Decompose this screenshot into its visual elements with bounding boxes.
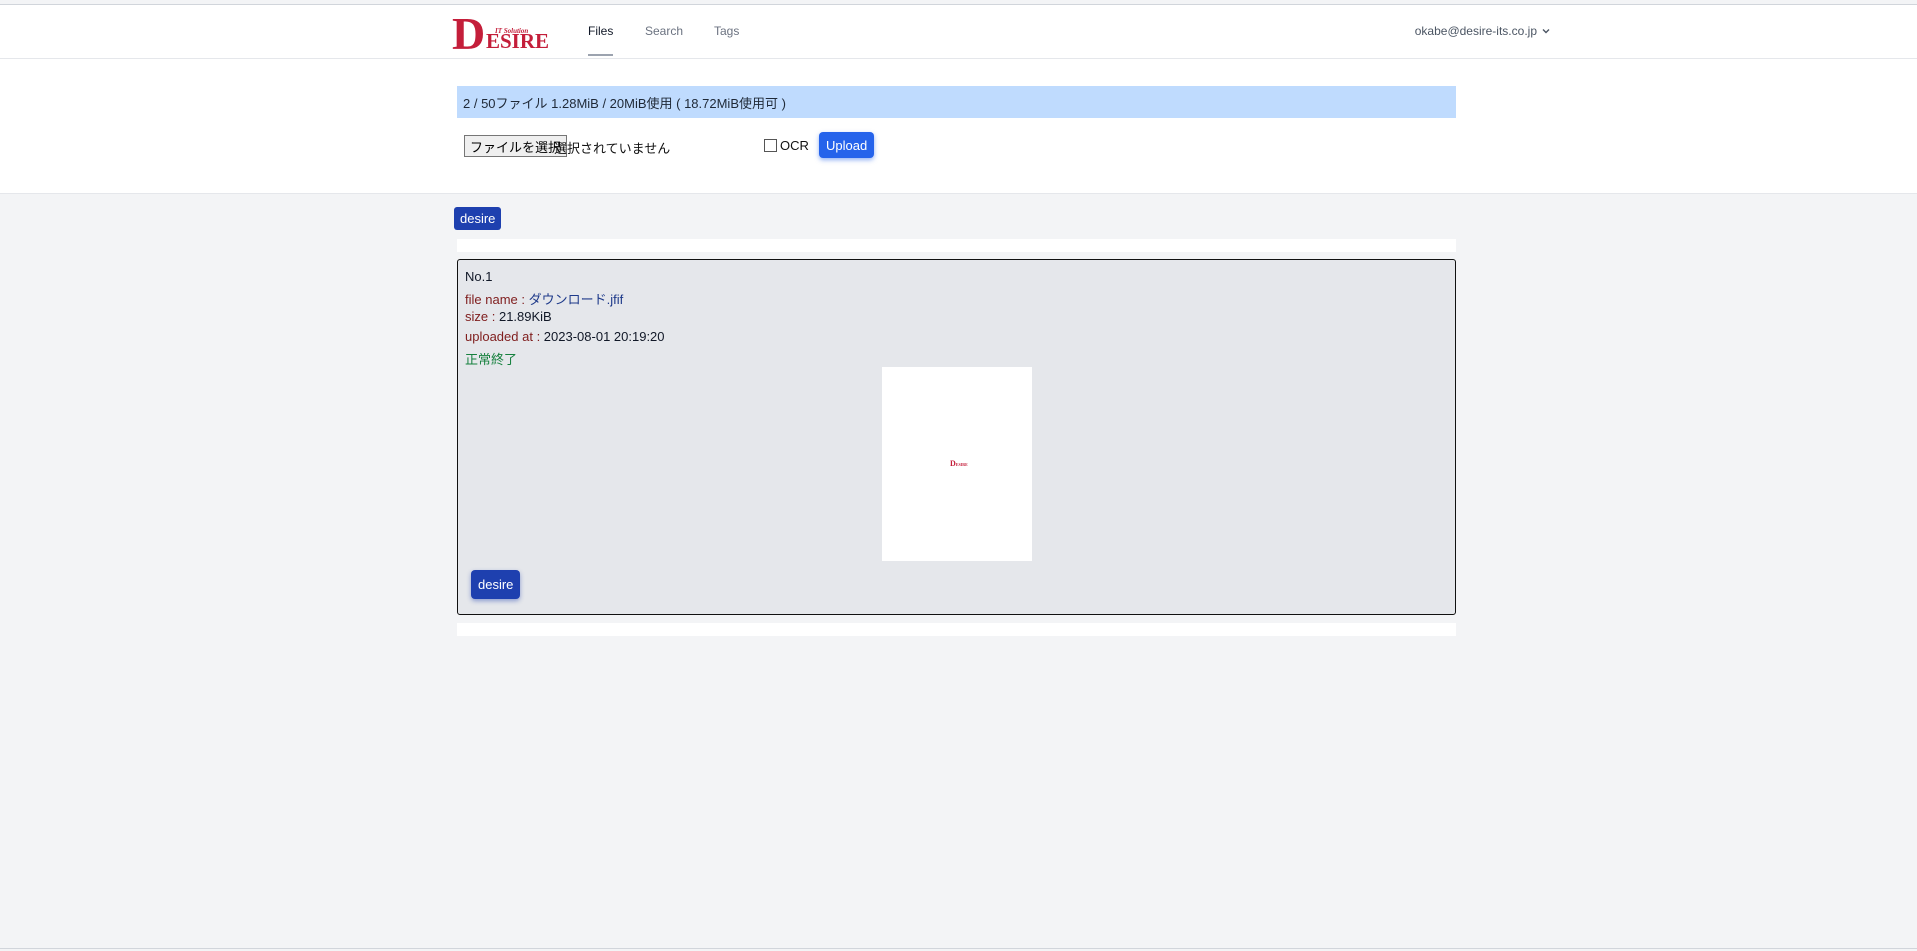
uploaded-at-value: 2023-08-01 20:19:20 bbox=[543, 329, 665, 344]
list-bottom-strip bbox=[457, 623, 1456, 636]
preview-logo-mark: DESIRE bbox=[950, 459, 968, 468]
navbar: D ESIRE IT Solution Files Search Tags ok… bbox=[0, 5, 1917, 59]
user-menu[interactable]: okabe@desire-its.co.jp bbox=[1415, 24, 1551, 38]
file-preview-thumbnail[interactable]: DESIRE bbox=[882, 367, 1032, 561]
logo-subtext: IT Solution bbox=[494, 27, 528, 35]
desire-logo[interactable]: D ESIRE IT Solution bbox=[452, 9, 552, 59]
file-number: No.1 bbox=[465, 269, 493, 284]
file-name-value: ダウンロード.jfif bbox=[528, 292, 624, 307]
file-size-row: size : 21.89KiB bbox=[465, 309, 552, 324]
bottom-border bbox=[0, 948, 1917, 949]
file-size-label: size : bbox=[465, 309, 499, 324]
list-top-strip bbox=[457, 239, 1456, 252]
tab-files[interactable]: Files bbox=[588, 24, 614, 56]
uploaded-at-row: uploaded at : 2023-08-01 20:19:20 bbox=[465, 329, 665, 344]
uploaded-at-label: uploaded at : bbox=[465, 329, 544, 344]
file-tag-desire[interactable]: desire bbox=[471, 570, 521, 599]
file-status-text: 選択されていません bbox=[554, 141, 671, 156]
chevron-down-icon bbox=[1542, 29, 1550, 34]
tab-tags[interactable]: Tags bbox=[714, 24, 739, 54]
file-card: No.1 file name : ダウンロード.jfif size : 21.8… bbox=[457, 259, 1456, 615]
user-email: okabe@desire-its.co.jp bbox=[1414, 24, 1537, 38]
svg-text:D: D bbox=[452, 9, 485, 59]
ocr-option[interactable]: OCR bbox=[764, 138, 809, 153]
upload-button[interactable]: Upload bbox=[819, 132, 875, 158]
file-size-value: 21.89KiB bbox=[498, 309, 552, 324]
storage-usage-text: 2 / 50ファイル 1.28MiB / 20MiB使用 ( 18.72MiB使… bbox=[463, 95, 786, 111]
processing-status: 正常終了 bbox=[465, 352, 518, 367]
tab-search[interactable]: Search bbox=[645, 24, 683, 54]
file-name-label: file name : bbox=[465, 292, 529, 307]
file-name-row: file name : ダウンロード.jfif bbox=[465, 289, 623, 308]
ocr-checkbox[interactable] bbox=[764, 139, 777, 152]
choose-file-button[interactable]: ファイルを選択 bbox=[464, 135, 568, 157]
tag-filter-desire[interactable]: desire bbox=[454, 207, 502, 230]
ocr-label: OCR bbox=[780, 138, 809, 153]
upload-panel: 2 / 50ファイル 1.28MiB / 20MiB使用 ( 18.72MiB使… bbox=[0, 59, 1917, 194]
storage-usage-bar: 2 / 50ファイル 1.28MiB / 20MiB使用 ( 18.72MiB使… bbox=[457, 86, 1456, 118]
